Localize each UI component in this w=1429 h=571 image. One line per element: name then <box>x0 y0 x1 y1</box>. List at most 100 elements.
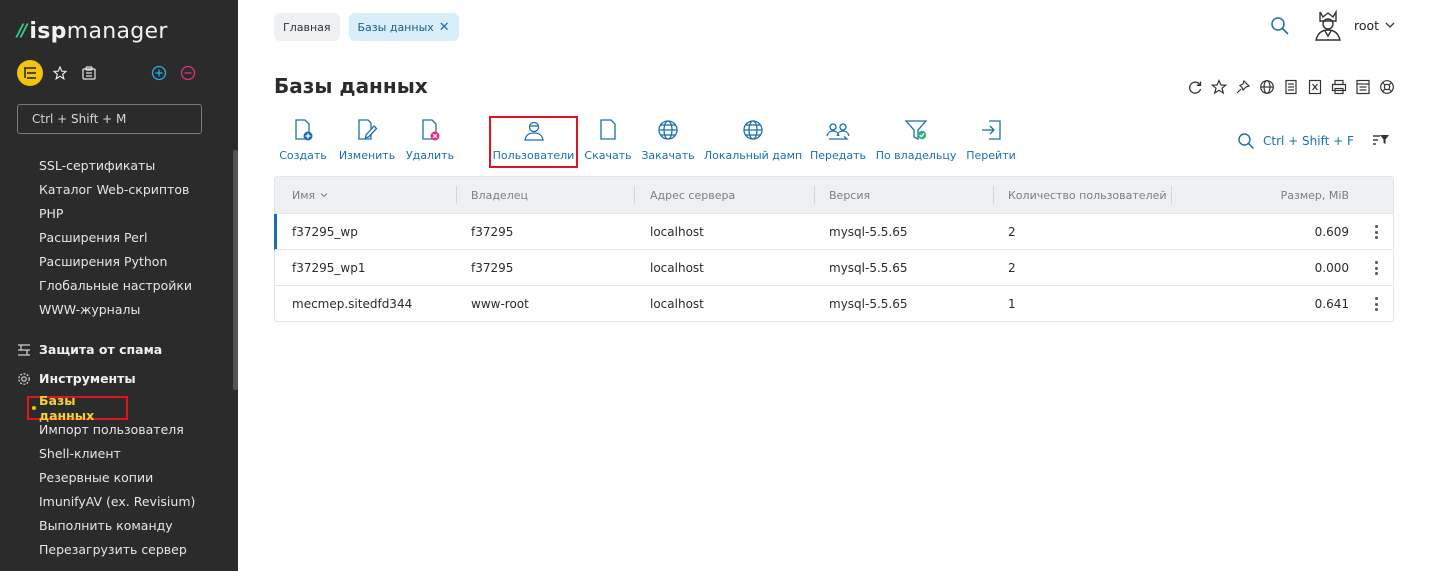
go-icon <box>982 120 1001 140</box>
transfer-button[interactable]: Передать <box>809 116 867 168</box>
download-icon <box>600 119 616 140</box>
filter-by-owner-button[interactable]: По владельцу <box>876 116 956 168</box>
column-header-name[interactable]: Имя <box>292 177 329 213</box>
sidebar-search-input[interactable] <box>17 104 202 134</box>
create-icon <box>295 119 313 141</box>
tab-home[interactable]: Главная <box>274 13 340 41</box>
sidebar-item-shell-client[interactable]: Shell-клиент <box>39 446 121 461</box>
globe-icon[interactable] <box>1255 77 1279 97</box>
cell-users-count: 1 <box>1008 297 1016 311</box>
search-icon[interactable] <box>1270 16 1290 36</box>
cell-server: localhost <box>650 225 704 239</box>
filter-by-owner-button-label: По владельцу <box>875 149 957 162</box>
download-button[interactable]: Скачать <box>584 116 632 168</box>
cell-size: 0.000 <box>1314 261 1349 275</box>
sidebar-item-databases-label: Базы данных <box>39 393 95 423</box>
cell-server: localhost <box>650 297 704 311</box>
cell-name: f37295_wp1 <box>292 261 366 275</box>
local-dump-button-label: Локальный дамп <box>703 149 803 162</box>
row-menu-icon[interactable] <box>1368 295 1384 313</box>
export-excel-icon[interactable] <box>1303 77 1327 97</box>
sidebar-item-databases-active[interactable]: Базы данных <box>27 393 128 423</box>
logo-prefix: isp <box>29 18 67 44</box>
tab-databases[interactable]: Базы данных ✕ <box>348 13 459 41</box>
sidebar-item-perl[interactable]: Расширения Perl <box>39 230 147 245</box>
expand-all-icon[interactable] <box>150 60 168 86</box>
row-menu-icon[interactable] <box>1368 259 1384 277</box>
sidebar-item-run-command[interactable]: Выполнить команду <box>39 518 173 533</box>
edit-button[interactable]: Изменить <box>339 116 395 168</box>
gear-icon <box>18 372 30 385</box>
cell-server: localhost <box>650 261 704 275</box>
column-separator[interactable] <box>993 186 994 204</box>
edit-icon <box>358 119 378 140</box>
sidebar-item-ssl[interactable]: SSL-сертификаты <box>39 158 155 173</box>
column-header-server[interactable]: Адрес сервера <box>650 177 735 213</box>
sidebar-item-web-scripts[interactable]: Каталог Web-скриптов <box>39 182 189 197</box>
user-menu[interactable]: root <box>1312 8 1396 42</box>
document-icon[interactable] <box>1279 77 1303 97</box>
column-separator[interactable] <box>1171 186 1172 204</box>
print-icon[interactable] <box>1327 77 1351 97</box>
breadcrumb: Главная Базы данных ✕ <box>274 13 468 41</box>
table-row[interactable]: f37295_wp f37295 localhost mysql-5.5.65 … <box>274 213 1393 250</box>
column-separator[interactable] <box>634 186 635 204</box>
sidebar-actions <box>17 60 202 86</box>
column-header-owner[interactable]: Владелец <box>471 177 528 213</box>
column-separator[interactable] <box>814 186 815 204</box>
cell-size: 0.609 <box>1314 225 1349 239</box>
sidebar-item-www-logs[interactable]: WWW-журналы <box>39 302 140 317</box>
table-row[interactable]: f37295_wp1 f37295 localhost mysql-5.5.65… <box>275 249 1393 285</box>
upload-icon <box>658 120 678 140</box>
refresh-icon[interactable] <box>1183 77 1207 97</box>
sidebar-item-backups[interactable]: Резервные копии <box>39 470 153 485</box>
table-settings-icon[interactable] <box>1351 77 1375 97</box>
upload-button[interactable]: Закачать <box>641 116 695 168</box>
filter-icon[interactable] <box>1372 131 1390 149</box>
sidebar-group-tools[interactable]: Инструменты <box>17 371 136 386</box>
column-header-size[interactable]: Размер, MiB <box>1175 177 1349 213</box>
cell-owner: f37295 <box>471 261 514 275</box>
sidebar-scrollbar[interactable] <box>233 150 238 390</box>
transfer-icon <box>826 123 850 140</box>
sidebar-item-python[interactable]: Расширения Python <box>39 254 167 269</box>
table-row[interactable]: mecmep.sitedfd344 www-root localhost mys… <box>275 285 1393 321</box>
column-header-name-label: Имя <box>292 188 316 202</box>
download-button-label: Скачать <box>584 149 632 162</box>
row-menu-icon[interactable] <box>1368 223 1384 241</box>
menu-tree-icon[interactable] <box>17 60 43 86</box>
column-header-users-count[interactable]: Количество пользователей <box>1008 177 1167 213</box>
star-icon[interactable] <box>1207 77 1231 97</box>
transfer-button-label: Передать <box>809 149 867 162</box>
table-search[interactable]: Ctrl + Shift + F <box>1237 131 1354 151</box>
delete-button-label: Удалить <box>405 149 455 162</box>
sidebar-group-spam-label: Защита от спама <box>39 342 163 357</box>
column-header-version[interactable]: Версия <box>829 177 870 213</box>
pin-icon[interactable] <box>1231 77 1255 97</box>
active-dot-icon <box>32 406 36 410</box>
logo[interactable]: // ispmanager <box>17 18 168 44</box>
close-icon[interactable]: ✕ <box>439 20 450 35</box>
cell-name: f37295_wp <box>292 225 358 239</box>
sort-chevron-down-icon <box>320 193 328 198</box>
delete-button[interactable]: Удалить <box>405 116 455 168</box>
sidebar-item-php[interactable]: PHP <box>39 206 63 221</box>
favorites-star-icon[interactable] <box>50 60 70 86</box>
cell-owner: f37295 <box>471 225 514 239</box>
column-separator[interactable] <box>456 186 457 204</box>
sidebar-item-imunify[interactable]: ImunifyAV (ex. Revisium) <box>39 494 195 509</box>
go-button[interactable]: Перейти <box>966 116 1016 168</box>
logo-suffix: manager <box>66 18 168 44</box>
collapse-all-icon[interactable] <box>179 60 197 86</box>
sidebar-item-import-user[interactable]: Импорт пользователя <box>39 422 184 437</box>
sidebar-item-reboot[interactable]: Перезагрузить сервер <box>39 542 187 557</box>
spam-filter-icon <box>18 343 30 356</box>
sidebar-group-spam[interactable]: Защита от спама <box>17 342 162 357</box>
create-button[interactable]: Создать <box>279 116 327 168</box>
sidebar-item-global-settings[interactable]: Глобальные настройки <box>39 278 192 293</box>
help-icon[interactable] <box>1375 77 1399 97</box>
upload-button-label: Закачать <box>641 149 695 162</box>
clipboard-icon[interactable] <box>78 60 100 86</box>
local-dump-button[interactable]: Локальный дамп <box>703 116 803 168</box>
table-search-hint: Ctrl + Shift + F <box>1263 134 1354 148</box>
